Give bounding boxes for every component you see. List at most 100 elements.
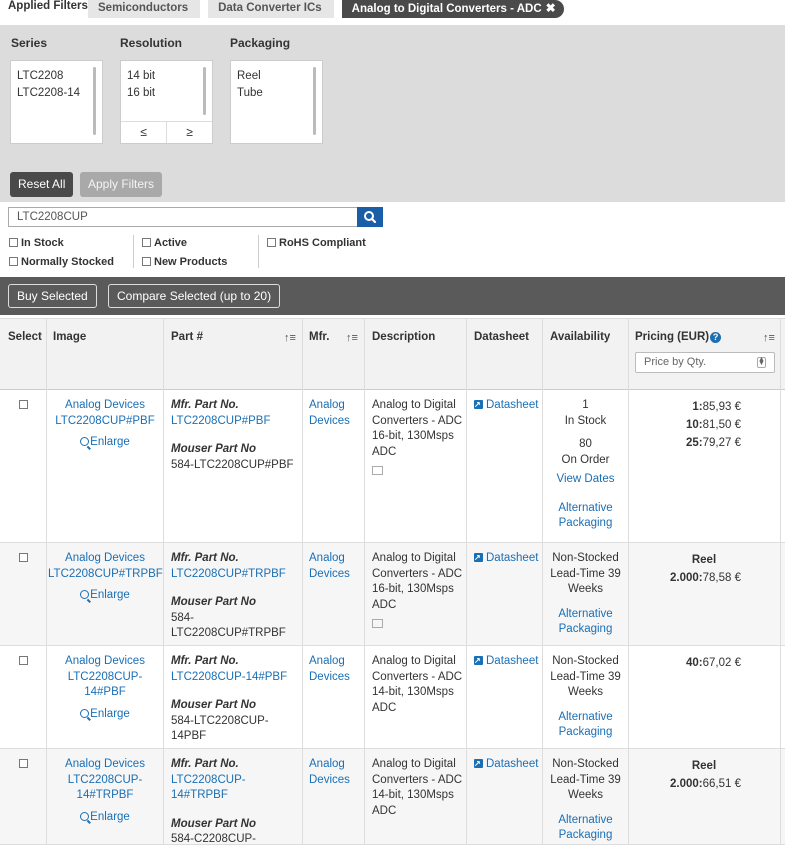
row-select-checkbox[interactable] bbox=[19, 759, 28, 768]
checkbox-box[interactable] bbox=[9, 238, 18, 247]
view-dates-link[interactable]: View Dates bbox=[543, 472, 628, 488]
series-option[interactable]: LTC2208 bbox=[11, 68, 102, 85]
price-by-qty-input[interactable]: Price by Qty. ▲ ▼ bbox=[635, 352, 775, 373]
header-mfr[interactable]: Mfr. bbox=[309, 331, 329, 343]
mfr-part-link[interactable]: LTC2208CUP-14#TRPBF bbox=[171, 773, 301, 804]
image-mfr-link[interactable]: Analog Devices bbox=[48, 398, 162, 414]
checkbox-box[interactable] bbox=[142, 257, 151, 266]
series-option[interactable]: LTC2208-14 bbox=[11, 85, 102, 102]
sort-icon[interactable]: ↑≡ bbox=[284, 332, 296, 344]
image-part-link[interactable]: 14#PBF bbox=[48, 685, 162, 701]
reset-all-button[interactable]: Reset All bbox=[10, 172, 74, 197]
external-link-icon bbox=[474, 653, 483, 669]
sort-icon[interactable]: ↑≡ bbox=[346, 332, 358, 344]
normally-stocked-checkbox[interactable]: Normally Stocked bbox=[9, 256, 114, 268]
alt-packaging-line: Alternative bbox=[558, 813, 613, 826]
mouser-part-number: 584-LTC2208CUP#PBF bbox=[171, 458, 294, 471]
datasheet-link[interactable]: Datasheet bbox=[474, 397, 538, 414]
pricing-cell: Reel 2.000:66,51 € bbox=[629, 757, 779, 793]
checkbox-box[interactable] bbox=[267, 238, 276, 247]
in-stock-checkbox[interactable]: In Stock bbox=[9, 237, 64, 249]
mfr-part-link[interactable]: LTC2208CUP#PBF bbox=[171, 414, 301, 430]
breadcrumb-adc[interactable]: Analog to Digital Converters - ADC ✖ bbox=[341, 0, 564, 18]
description-line: Converters - ADC bbox=[372, 414, 463, 427]
packaging-option[interactable]: Tube bbox=[231, 85, 322, 102]
resolution-option[interactable]: 16 bit bbox=[121, 85, 212, 102]
search-button[interactable] bbox=[357, 207, 383, 227]
enlarge-label: Enlarge bbox=[90, 707, 130, 720]
enlarge-link[interactable]: Enlarge bbox=[80, 810, 130, 826]
image-part-link[interactable]: LTC2208CUP#PBF bbox=[48, 414, 162, 430]
pricing-cell: 1:85,93 € 10:81,50 € 25:79,27 € bbox=[629, 398, 741, 452]
mfr-link[interactable]: Analog Devices bbox=[309, 654, 350, 685]
series-label: Series bbox=[11, 36, 48, 50]
enlarge-link[interactable]: Enlarge bbox=[80, 435, 130, 451]
sort-icon[interactable]: ↑≡ bbox=[763, 332, 775, 344]
compare-selected-button[interactable]: Compare Selected (up to 20) bbox=[108, 284, 281, 308]
external-link-icon bbox=[474, 756, 483, 772]
mfr-part-link[interactable]: LTC2208CUP-14#PBF bbox=[171, 670, 301, 686]
external-link-icon bbox=[474, 550, 483, 566]
mfr-part-link[interactable]: LTC2208CUP#TRPBF bbox=[171, 567, 301, 583]
mfr-link[interactable]: Analog Devices bbox=[309, 398, 350, 429]
resolution-listbox[interactable]: 14 bit 16 bit ≤ ≥ bbox=[120, 60, 213, 144]
description-line: Analog to Digital bbox=[372, 655, 456, 667]
description-line: Analog to Digital bbox=[372, 399, 456, 411]
rohs-checkbox[interactable]: RoHS Compliant bbox=[267, 237, 366, 249]
image-part-link[interactable]: LTC2208CUP- bbox=[48, 773, 162, 789]
scrollbar[interactable] bbox=[203, 67, 206, 115]
stock-status: Non-Stocked bbox=[552, 552, 619, 564]
image-cell: Analog Devices LTC2208CUP- 14#TRPBF Enla… bbox=[48, 757, 162, 825]
series-listbox[interactable]: LTC2208 LTC2208-14 bbox=[10, 60, 103, 144]
mfr-link[interactable]: Analog Devices bbox=[309, 757, 350, 788]
packaging-type: Reel bbox=[691, 760, 717, 772]
packaging-option[interactable]: Reel bbox=[231, 68, 322, 85]
apply-filters-button[interactable]: Apply Filters bbox=[80, 172, 163, 197]
column-divider bbox=[46, 318, 47, 845]
breadcrumb-data-converter-ics[interactable]: Data Converter ICs bbox=[208, 0, 334, 18]
price-qty: 40: bbox=[686, 657, 703, 669]
alt-packaging-link[interactable]: Alternative Packaging bbox=[543, 710, 628, 741]
buy-selected-button[interactable]: Buy Selected bbox=[8, 284, 97, 308]
alt-packaging-link[interactable]: Alternative Packaging bbox=[543, 813, 628, 844]
row-select-checkbox[interactable] bbox=[19, 400, 28, 409]
close-icon[interactable]: ✖ bbox=[546, 1, 556, 15]
part-cell: Mfr. Part No. LTC2208CUP-14#TRPBF Mouser… bbox=[171, 757, 301, 845]
scrollbar[interactable] bbox=[93, 67, 96, 135]
search-input[interactable]: LTC2208CUP bbox=[8, 207, 357, 227]
checkbox-box[interactable] bbox=[142, 238, 151, 247]
breadcrumb-semiconductors[interactable]: Semiconductors bbox=[88, 0, 201, 18]
datasheet-link[interactable]: Datasheet bbox=[474, 653, 538, 670]
new-products-checkbox[interactable]: New Products bbox=[142, 256, 227, 268]
checkbox-box[interactable] bbox=[9, 257, 18, 266]
enlarge-link[interactable]: Enlarge bbox=[80, 588, 130, 604]
less-equal-button[interactable]: ≤ bbox=[121, 122, 167, 143]
resolution-option[interactable]: 14 bit bbox=[121, 68, 212, 85]
header-part[interactable]: Part # bbox=[171, 331, 203, 343]
image-mfr-link[interactable]: Analog Devices bbox=[48, 654, 162, 670]
active-checkbox[interactable]: Active bbox=[142, 237, 187, 249]
scrollbar[interactable] bbox=[313, 67, 316, 135]
enlarge-link[interactable]: Enlarge bbox=[80, 707, 130, 723]
image-part-link[interactable]: LTC2208CUP- bbox=[48, 670, 162, 686]
row-select-checkbox[interactable] bbox=[19, 656, 28, 665]
zoom-icon bbox=[80, 590, 90, 599]
header-pricing[interactable]: Pricing (EUR)? bbox=[635, 331, 722, 343]
image-part-link[interactable]: LTC2208CUP#TRPBF bbox=[48, 567, 163, 583]
alt-packaging-link[interactable]: Alternative Packaging bbox=[543, 607, 628, 638]
alt-packaging-line: Packaging bbox=[558, 726, 613, 738]
greater-equal-button[interactable]: ≥ bbox=[167, 122, 212, 143]
datasheet-link[interactable]: Datasheet bbox=[474, 550, 538, 567]
alt-packaging-link[interactable]: Alternative Packaging bbox=[543, 501, 628, 532]
image-mfr-link[interactable]: Analog Devices bbox=[48, 757, 162, 773]
price-value: 79,27 € bbox=[702, 437, 741, 449]
header-image: Image bbox=[53, 331, 87, 343]
packaging-listbox[interactable]: Reel Tube bbox=[230, 60, 323, 144]
datasheet-link[interactable]: Datasheet bbox=[474, 756, 538, 773]
image-part-link[interactable]: 14#TRPBF bbox=[48, 788, 162, 804]
mfr-link[interactable]: Analog Devices bbox=[309, 551, 350, 582]
spinner-icon[interactable]: ▲ ▼ bbox=[757, 356, 766, 368]
row-select-checkbox[interactable] bbox=[19, 553, 28, 562]
image-mfr-link[interactable]: Analog Devices bbox=[48, 551, 162, 567]
help-icon[interactable]: ? bbox=[710, 332, 722, 343]
